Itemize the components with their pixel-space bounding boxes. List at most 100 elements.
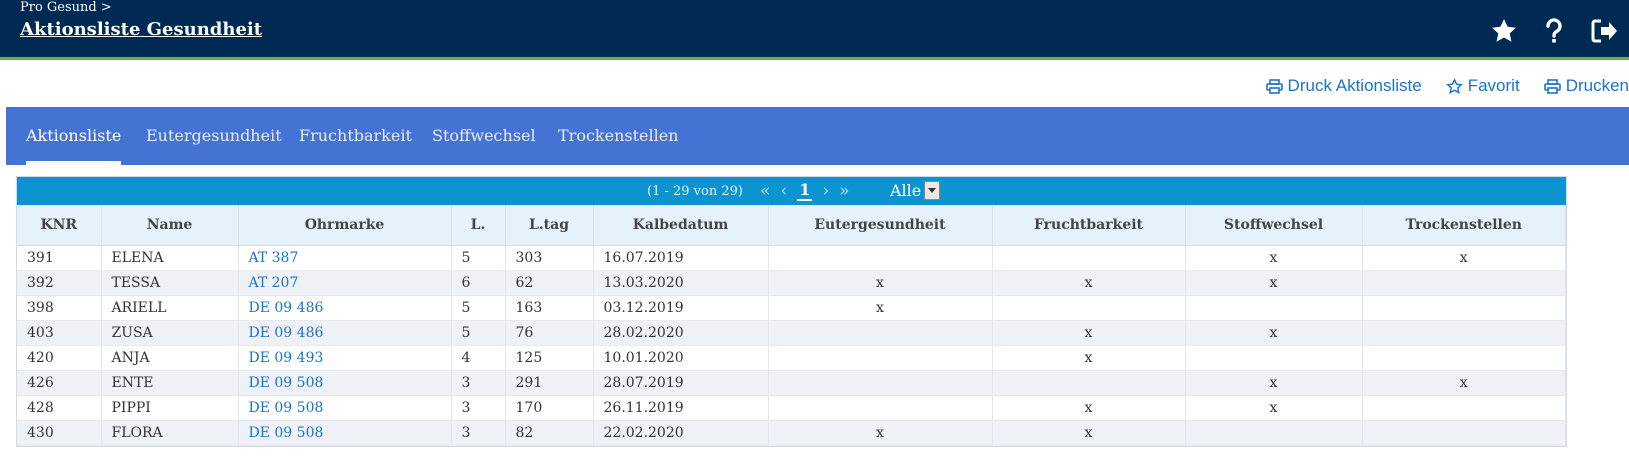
print-button[interactable]: Drucken bbox=[1543, 76, 1629, 96]
header-actions bbox=[1479, 14, 1629, 48]
table-cell: 28.02.2020 bbox=[593, 320, 769, 346]
table-cell: 03.12.2019 bbox=[593, 295, 769, 321]
tab-fruchtbarkeit[interactable]: Fruchtbarkeit bbox=[299, 107, 412, 165]
table-row[interactable]: 420 ANJA DE 09 493 4 125 10.01.2020 x bbox=[17, 345, 1566, 371]
table-cell bbox=[768, 395, 993, 421]
ear-tag-link[interactable]: AT 207 bbox=[238, 270, 452, 296]
table-cell bbox=[768, 245, 993, 271]
table-cell bbox=[992, 295, 1186, 321]
table-row[interactable]: 430 FLORA DE 09 508 3 82 22.02.2020 x x bbox=[17, 420, 1566, 446]
page-size-value: Alle bbox=[890, 181, 922, 200]
table-cell bbox=[1362, 345, 1566, 371]
print-label: Drucken bbox=[1565, 76, 1629, 95]
help-button[interactable] bbox=[1529, 14, 1579, 48]
favorite-star-button[interactable] bbox=[1479, 14, 1529, 48]
table-cell bbox=[1362, 295, 1566, 321]
column-header[interactable]: Ohrmarke bbox=[238, 205, 452, 246]
table-cell: 13.03.2020 bbox=[593, 270, 769, 296]
tab-stoffwechsel[interactable]: Stoffwechsel bbox=[432, 107, 536, 165]
print-action-list-label: Druck Aktionsliste bbox=[1287, 76, 1422, 95]
tab-bar: Aktionsliste Eutergesundheit Fruchtbarke… bbox=[6, 107, 1629, 165]
table-row[interactable]: 426 ENTE DE 09 508 3 291 28.07.2019 x x bbox=[17, 370, 1566, 396]
star-icon bbox=[1492, 19, 1516, 42]
table-row[interactable]: 428 PIPPI DE 09 508 3 170 26.11.2019 x x bbox=[17, 395, 1566, 421]
pagination-range: (1 - 29 von 29) bbox=[647, 184, 743, 199]
table-cell bbox=[768, 320, 993, 346]
table-cell bbox=[992, 245, 1186, 271]
column-header[interactable]: Fruchtbarkeit bbox=[992, 205, 1186, 246]
first-page-icon[interactable]: « bbox=[760, 181, 770, 201]
ear-tag-link[interactable]: DE 09 486 bbox=[238, 320, 452, 346]
breadcrumb[interactable]: Pro Gesund > bbox=[20, 0, 112, 15]
table-cell: x bbox=[992, 420, 1186, 446]
table-cell: 428 bbox=[17, 395, 102, 421]
table-row[interactable]: 391 ELENA AT 387 5 303 16.07.2019 x x bbox=[17, 245, 1566, 271]
table-cell bbox=[768, 345, 993, 371]
table-cell: 10.01.2020 bbox=[593, 345, 769, 371]
page-actions: Druck Aktionsliste Favorit Drucken bbox=[1265, 76, 1629, 96]
current-page-number[interactable]: 1 bbox=[797, 180, 813, 201]
favorite-button[interactable]: Favorit bbox=[1445, 76, 1520, 96]
table-cell: ZUSA bbox=[101, 320, 239, 346]
table-cell: 125 bbox=[505, 345, 594, 371]
table-cell: 420 bbox=[17, 345, 102, 371]
table-cell: 392 bbox=[17, 270, 102, 296]
print-action-list-button[interactable]: Druck Aktionsliste bbox=[1265, 76, 1422, 96]
tab-trockenstellen[interactable]: Trockenstellen bbox=[558, 107, 679, 165]
ear-tag-link[interactable]: DE 09 508 bbox=[238, 395, 452, 421]
tab-eutergesundheit[interactable]: Eutergesundheit bbox=[146, 107, 282, 165]
table-cell bbox=[768, 370, 993, 396]
table-cell: x bbox=[1362, 370, 1566, 396]
table-cell bbox=[1185, 295, 1363, 321]
next-page-icon[interactable]: › bbox=[822, 181, 829, 201]
table-cell: 62 bbox=[505, 270, 594, 296]
star-outline-icon bbox=[1445, 77, 1463, 94]
table-row[interactable]: 398 ARIELL DE 09 486 5 163 03.12.2019 x bbox=[17, 295, 1566, 321]
tab-aktionsliste[interactable]: Aktionsliste bbox=[26, 107, 122, 165]
ear-tag-link[interactable]: AT 387 bbox=[238, 245, 452, 271]
ear-tag-link[interactable]: DE 09 508 bbox=[238, 420, 452, 446]
prev-page-icon[interactable]: ‹ bbox=[780, 181, 787, 201]
favorite-label: Favorit bbox=[1467, 76, 1520, 95]
column-header[interactable]: Name bbox=[101, 205, 239, 246]
table-cell: 82 bbox=[505, 420, 594, 446]
column-header[interactable]: L.tag bbox=[505, 205, 594, 246]
table-cell: x bbox=[768, 270, 993, 296]
table-cell: x bbox=[992, 270, 1186, 296]
table-cell: 6 bbox=[451, 270, 506, 296]
table-cell: ENTE bbox=[101, 370, 239, 396]
table-cell: x bbox=[1185, 395, 1363, 421]
column-header[interactable]: L. bbox=[451, 205, 506, 246]
ear-tag-link[interactable]: DE 09 486 bbox=[238, 295, 452, 321]
table-cell: 291 bbox=[505, 370, 594, 396]
column-header[interactable]: KNR bbox=[17, 205, 102, 246]
table-cell: 5 bbox=[451, 320, 506, 346]
table-cell: 163 bbox=[505, 295, 594, 321]
table-cell: FLORA bbox=[101, 420, 239, 446]
printer-icon bbox=[1265, 78, 1283, 94]
column-header[interactable]: Trockenstellen bbox=[1362, 205, 1566, 246]
table-cell: 426 bbox=[17, 370, 102, 396]
top-header-bar: Pro Gesund > Aktionsliste Gesundheit bbox=[0, 0, 1629, 60]
table-cell bbox=[1362, 270, 1566, 296]
logout-button[interactable] bbox=[1579, 14, 1629, 48]
page-size-select[interactable]: Alle bbox=[890, 181, 941, 200]
table-cell bbox=[992, 370, 1186, 396]
table-cell: 28.07.2019 bbox=[593, 370, 769, 396]
table-row[interactable]: 403 ZUSA DE 09 486 5 76 28.02.2020 x x bbox=[17, 320, 1566, 346]
action-list-grid: (1 - 29 von 29) « ‹ 1 › » Alle KNR Name Oh… bbox=[16, 176, 1567, 447]
column-header[interactable]: Kalbedatum bbox=[593, 205, 769, 246]
column-header[interactable]: Eutergesundheit bbox=[768, 205, 993, 246]
last-page-icon[interactable]: » bbox=[839, 181, 849, 201]
table-cell: 16.07.2019 bbox=[593, 245, 769, 271]
table-row[interactable]: 392 TESSA AT 207 6 62 13.03.2020 x x x bbox=[17, 270, 1566, 296]
column-header[interactable]: Stoffwechsel bbox=[1185, 205, 1363, 246]
ear-tag-link[interactable]: DE 09 493 bbox=[238, 345, 452, 371]
page-title[interactable]: Aktionsliste Gesundheit bbox=[20, 19, 262, 40]
ear-tag-link[interactable]: DE 09 508 bbox=[238, 370, 452, 396]
table-cell: x bbox=[1362, 245, 1566, 271]
sign-out-icon bbox=[1591, 19, 1617, 43]
pagination-bar: (1 - 29 von 29) « ‹ 1 › » Alle bbox=[17, 177, 1566, 205]
printer-icon bbox=[1543, 78, 1561, 94]
dropdown-arrow-icon[interactable] bbox=[924, 181, 941, 200]
